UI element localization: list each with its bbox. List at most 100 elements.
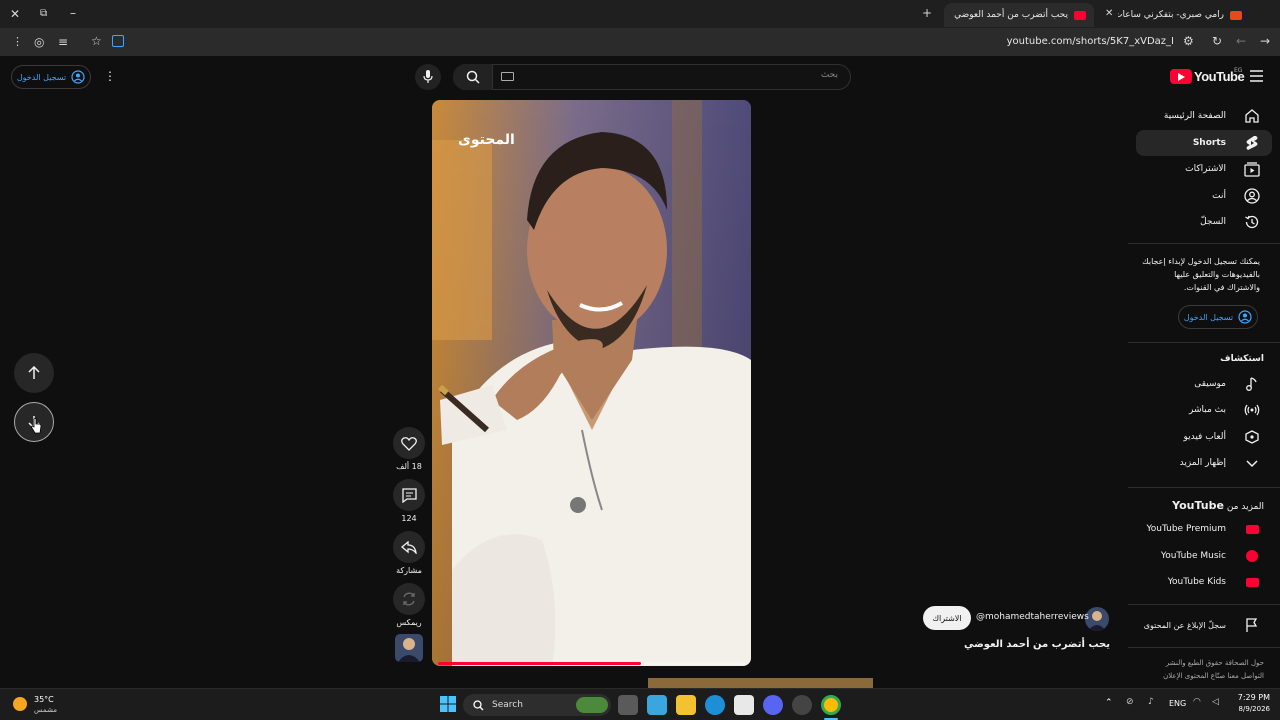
- music-icon: [1246, 377, 1257, 391]
- progress-track[interactable]: [438, 662, 745, 665]
- tab-active[interactable]: يحب أتضرب من أحمد العوضي: [944, 3, 1094, 27]
- keyboard-icon[interactable]: [501, 72, 514, 81]
- new-tab-button[interactable]: +: [922, 7, 932, 19]
- comments-button[interactable]: [393, 479, 425, 511]
- profile-icon[interactable]: ◎: [34, 36, 44, 48]
- minimize-window-icon[interactable]: –: [70, 7, 76, 19]
- sidebar-item-you[interactable]: أنت: [1136, 183, 1272, 209]
- weather-temp[interactable]: 35°C: [34, 695, 54, 704]
- settings-dots-icon[interactable]: ⋮: [104, 69, 116, 83]
- footer-links[interactable]: التواصل معنا صنّاع المحتوى الإعلان: [1163, 672, 1264, 680]
- task-view-icon[interactable]: [618, 695, 638, 715]
- bookmark-star-icon[interactable]: ☆: [91, 35, 102, 47]
- video-frame-image: [432, 100, 751, 666]
- windows-start-icon[interactable]: [440, 696, 456, 712]
- tray-chevron-icon[interactable]: ⌃: [1105, 698, 1113, 708]
- store-icon[interactable]: [734, 695, 754, 715]
- tray-wifi-icon[interactable]: ◠: [1193, 697, 1201, 707]
- search-button[interactable]: [453, 64, 493, 90]
- discord-icon[interactable]: [763, 695, 783, 715]
- tab-favicon-icon: [1230, 10, 1242, 20]
- mouse-cursor-icon: [30, 418, 42, 434]
- shorts-icon: [1246, 136, 1258, 150]
- sign-in-button[interactable]: تسجيل الدخول: [11, 65, 91, 89]
- sidebar-divider: [1128, 342, 1280, 343]
- remix-label: ريمكس: [396, 618, 422, 627]
- reload-icon[interactable]: ↻: [1212, 35, 1222, 47]
- channel-watermark-logo: المحتوى: [458, 132, 515, 148]
- remix-icon: [403, 592, 415, 606]
- language-indicator[interactable]: ENG: [1169, 699, 1186, 708]
- tray-volume-icon[interactable]: ◁: [1212, 697, 1219, 707]
- sidebar-item-youtube-kids[interactable]: YouTube Kids: [1136, 569, 1272, 595]
- clock-date[interactable]: 8/9/2026: [1230, 705, 1270, 713]
- clock-time[interactable]: 7:29 PM: [1234, 693, 1270, 702]
- tab-title: رامي صبري- بتفكرني ساعات oud: [1118, 10, 1224, 20]
- sidebar-item-youtube-premium[interactable]: YouTube Premium: [1136, 516, 1272, 542]
- search-input[interactable]: بحث: [500, 70, 848, 80]
- remix-button[interactable]: [393, 583, 425, 615]
- gaming-icon: [1245, 430, 1259, 444]
- restore-window-icon[interactable]: ⧉: [40, 8, 47, 20]
- tab-close-icon[interactable]: ✕: [1105, 8, 1113, 20]
- os-taskbar: 35°C مشمس Search ⌃ ⊘ ♪ ENG ◠ ◁ 7:29 PM 8…: [0, 688, 1280, 720]
- chrome-icon[interactable]: [821, 695, 841, 715]
- like-button[interactable]: [393, 427, 425, 459]
- sidebar-item-music[interactable]: موسيقى: [1136, 371, 1272, 397]
- more-from-heading: المزيد من YouTube: [1172, 499, 1264, 512]
- file-explorer-icon[interactable]: [676, 695, 696, 715]
- account-icon: [1244, 188, 1260, 204]
- share-label: مشاركة: [396, 566, 422, 575]
- sidebar-show-more[interactable]: إظهار المزيد: [1136, 450, 1272, 476]
- sidebar-item-history[interactable]: السجلّ: [1136, 209, 1272, 235]
- app-icon[interactable]: [792, 695, 812, 715]
- short-title[interactable]: يحب أتضرب من أحمد العوضي: [900, 639, 1110, 650]
- flag-icon: [1246, 618, 1258, 632]
- comment-icon: [401, 487, 417, 503]
- sidebar-divider: [1128, 243, 1280, 244]
- channel-handle[interactable]: @mohamedtaherreviews: [976, 612, 1089, 622]
- sound-thumbnail[interactable]: [395, 634, 423, 662]
- shorts-video-player[interactable]: المحتوى: [432, 100, 751, 666]
- sign-in-prompt: يمكنك تسجيل الدخول لإبداء إعجابك بالفيدي…: [1142, 257, 1260, 292]
- microphone-icon: [423, 70, 433, 83]
- menu-dots-icon[interactable]: ⋮: [12, 36, 23, 48]
- edge-browser-icon[interactable]: [705, 695, 725, 715]
- sidebar-sign-in-button[interactable]: تسجيل الدخول: [1178, 305, 1258, 329]
- youtube-favicon-icon: [1074, 10, 1086, 20]
- reading-list-icon[interactable]: ≡: [58, 36, 68, 48]
- chevron-down-icon: [1246, 460, 1258, 468]
- sidebar-item-home[interactable]: الصفحة الرئيسية: [1136, 103, 1272, 129]
- footer-links[interactable]: حول الصحافة حقوق الطبع والنشر: [1166, 659, 1264, 667]
- previous-short-button[interactable]: [14, 353, 54, 393]
- explore-heading: استكشاف: [1220, 354, 1264, 364]
- search-highlight-image: [576, 697, 608, 713]
- live-icon: [1244, 404, 1260, 416]
- back-icon[interactable]: →: [1260, 35, 1270, 47]
- subscribe-button[interactable]: الاشتراك: [923, 606, 971, 630]
- tray-network-icon[interactable]: ⊘: [1126, 697, 1134, 707]
- site-settings-icon[interactable]: ⚙: [1183, 35, 1194, 47]
- browser-tab-bar: ✕ ⧉ – + يحب أتضرب من أحمد العوضي ✕ رامي …: [0, 0, 1280, 28]
- sidebar-item-report[interactable]: سجلّ الإبلاغ عن المحتوى: [1136, 612, 1272, 638]
- sidebar-item-gaming[interactable]: ألعاب فيديو: [1136, 424, 1272, 450]
- url-text[interactable]: youtube.com/shorts/5K7_xVDaz_I: [1007, 36, 1174, 47]
- weather-sun-icon[interactable]: [13, 697, 27, 711]
- share-button[interactable]: [393, 531, 425, 563]
- tab-inactive[interactable]: رامي صبري- بتفكرني ساعات oud: [1118, 3, 1250, 27]
- voice-search-button[interactable]: [415, 64, 441, 90]
- extension-icon[interactable]: [112, 35, 124, 47]
- close-window-icon[interactable]: ✕: [10, 8, 20, 20]
- sidebar-item-live[interactable]: بث مباشر: [1136, 397, 1272, 423]
- forward-icon[interactable]: ←: [1236, 35, 1246, 47]
- sidebar-item-youtube-music[interactable]: YouTube Music: [1136, 543, 1272, 569]
- sidebar-item-shorts[interactable]: Shorts: [1136, 130, 1272, 156]
- youtube-kids-icon: [1244, 574, 1260, 590]
- tray-mic-icon[interactable]: ♪: [1148, 697, 1154, 707]
- widgets-icon[interactable]: [647, 695, 667, 715]
- search-icon: [473, 699, 484, 710]
- youtube-premium-icon: [1244, 521, 1260, 537]
- sidebar-divider: [1128, 487, 1280, 488]
- sidebar-item-subscriptions[interactable]: الاشتراكات: [1136, 156, 1272, 182]
- subscriptions-icon: [1244, 162, 1260, 177]
